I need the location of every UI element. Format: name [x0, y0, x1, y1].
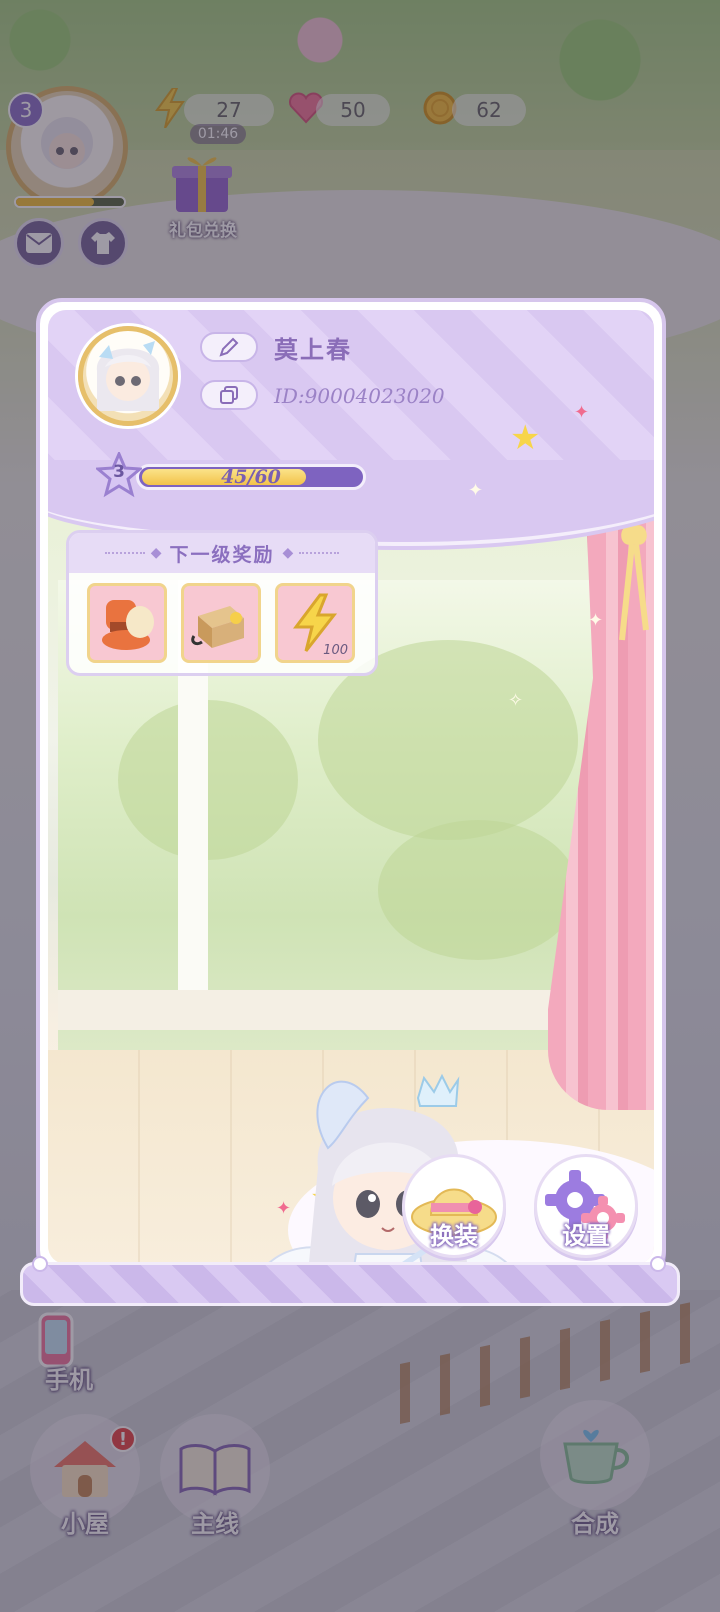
exp-progress-bar: 45/60 — [136, 464, 366, 490]
player-name: 莫上春 — [274, 335, 352, 364]
curtain-ribbon-icon — [619, 525, 649, 641]
reward-item-treasure[interactable] — [181, 583, 261, 663]
sparkle-icon: ✦ — [468, 480, 484, 501]
level-number: 3 — [113, 462, 125, 482]
sparkle-icon: ✧ — [508, 690, 524, 711]
player-id: ID:90004023020 — [274, 384, 445, 408]
diamond-icon: ◆ — [282, 545, 294, 561]
profile-scene: ★ ✦ ★ ✦ ✦ ✦ ✧ 莫上春 ID:90004023020 — [48, 310, 654, 1264]
reward-count: 100 — [323, 643, 348, 658]
dress-up-label[interactable]: 换装 — [402, 1216, 506, 1251]
reward-item-furniture[interactable] — [87, 583, 167, 663]
next-level-reward-panel: ◆ 下一级奖励 ◆ 100 — [66, 530, 378, 676]
profile-avatar[interactable] — [78, 326, 178, 426]
copy-id-button[interactable] — [200, 380, 258, 410]
settings-label[interactable]: 设置 — [534, 1216, 638, 1251]
diamond-icon: ◆ — [150, 545, 162, 561]
reward-item-energy[interactable]: 100 — [275, 583, 355, 663]
sparkle-icon: ✦ — [588, 610, 604, 631]
furniture-set-icon — [102, 600, 154, 650]
treasure-box-icon — [191, 606, 244, 648]
edit-name-button[interactable] — [200, 332, 258, 362]
pencil-icon — [219, 337, 239, 357]
copy-icon — [220, 386, 238, 404]
star-icon: ★ — [510, 418, 541, 458]
panel-bottom-bar — [20, 1262, 680, 1306]
reward-title: 下一级奖励 — [169, 543, 275, 566]
chibi-portrait-icon — [96, 341, 160, 411]
profile-panel: ★ ✦ ★ ✦ ✦ ✦ ✧ 莫上春 ID:90004023020 — [36, 298, 666, 1276]
exp-progress-text: 45/60 — [221, 466, 281, 488]
sparkle-icon: ✦ — [574, 402, 590, 423]
